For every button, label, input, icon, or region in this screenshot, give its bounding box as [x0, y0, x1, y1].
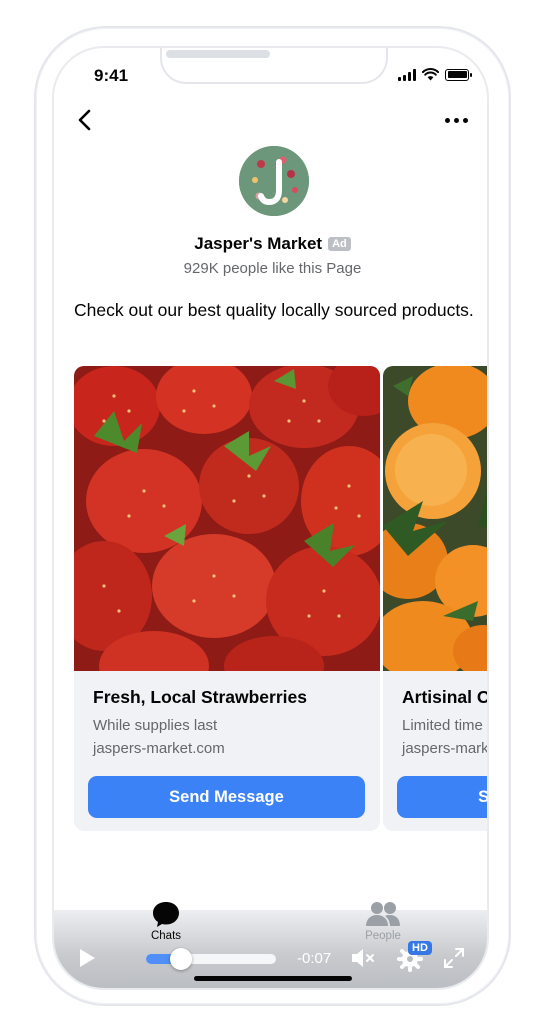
mute-button[interactable]	[350, 946, 378, 970]
card-title: Fresh, Local Strawberries	[93, 687, 307, 707]
status-icons	[398, 68, 472, 81]
phone-screen: 9:41 Jasper's Market Ad 929K people like…	[52, 46, 489, 990]
card-title: Artisinal Oranges	[402, 687, 487, 707]
send-message-button[interactable]: Send Message	[88, 776, 365, 818]
carousel-card[interactable]: Fresh, Local Strawberries While supplies…	[74, 366, 380, 831]
card-link: jaspers-market.com	[402, 740, 489, 757]
hd-quality-badge[interactable]: HD	[408, 941, 432, 955]
play-button[interactable]	[74, 946, 98, 970]
jaspers-logo-icon	[239, 146, 309, 216]
fullscreen-icon[interactable]	[442, 946, 466, 970]
battery-icon	[445, 68, 472, 81]
video-progress-bar[interactable]	[146, 948, 276, 970]
chat-bubble-icon	[153, 902, 179, 927]
page-name[interactable]: Jasper's Market	[194, 234, 322, 253]
progress-scrubber[interactable]	[170, 948, 193, 970]
wifi-icon	[422, 68, 439, 81]
tab-chats-label: Chats	[150, 930, 182, 942]
time-remaining: -0:07	[297, 950, 332, 967]
page-avatar[interactable]	[239, 146, 309, 216]
carousel-card[interactable]: Artisinal Oranges Limited time jaspers-m…	[383, 366, 489, 831]
back-button[interactable]	[74, 108, 98, 132]
page-likes: 929K people like this Page	[183, 260, 362, 277]
people-icon	[366, 902, 400, 926]
oranges-image	[383, 366, 487, 671]
card-subtitle: Limited time	[402, 717, 483, 734]
send-message-button[interactable]: Send Message	[397, 776, 487, 818]
more-options-button[interactable]	[441, 112, 471, 128]
signal-icon	[398, 68, 416, 81]
tab-chats[interactable]: Chats	[142, 900, 190, 942]
speaker-grille	[166, 50, 270, 58]
page-name-row: Jasper's Market Ad	[54, 234, 487, 254]
home-indicator	[194, 976, 352, 981]
strawberries-image	[74, 366, 380, 671]
product-carousel[interactable]: Fresh, Local Strawberries While supplies…	[74, 366, 489, 832]
status-time: 9:41	[94, 66, 129, 85]
tab-people[interactable]: People	[359, 900, 407, 942]
tab-people-label: People	[365, 930, 401, 942]
ad-caption: Check out our best quality locally sourc…	[74, 300, 474, 320]
card-link: jaspers-market.com	[93, 740, 225, 757]
ad-badge: Ad	[328, 237, 351, 251]
card-subtitle: While supplies last	[93, 717, 218, 734]
